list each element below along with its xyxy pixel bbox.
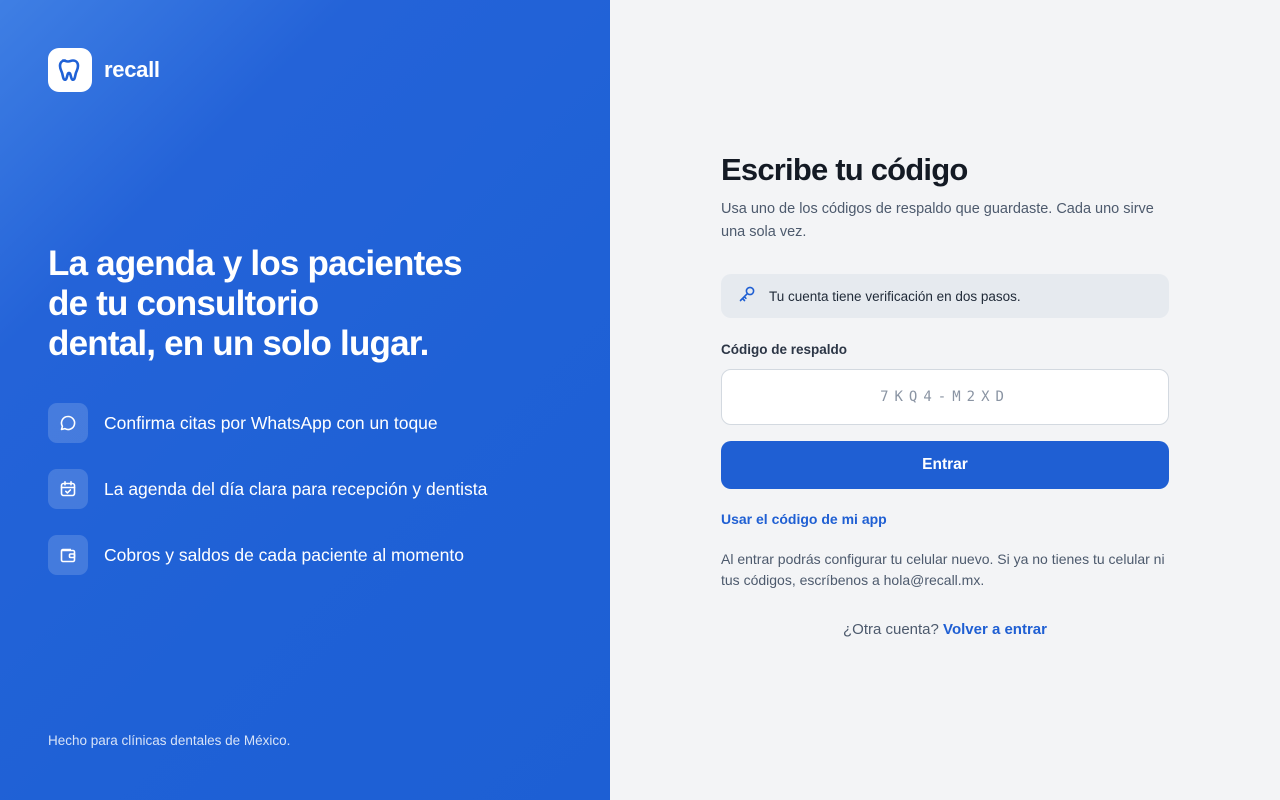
switch-account-prompt: ¿Otra cuenta? xyxy=(842,621,939,638)
two-step-notice: Tu cuenta tiene verificación en dos paso… xyxy=(721,274,1169,318)
feature-text: Cobros y saldos de cada paciente al mome… xyxy=(104,545,464,565)
help-text: Al entrar podrás configurar tu celular n… xyxy=(721,551,1165,588)
hero-headline-line: La agenda y los pacientes xyxy=(48,244,463,283)
hero-headline: La agenda y los pacientes de tu consulto… xyxy=(48,244,518,364)
brand-name: recall xyxy=(104,57,160,82)
backup-code-form: Escribe tu código Usa uno de los códigos… xyxy=(721,150,1169,638)
switch-account: ¿Otra cuenta? Volver a entrar xyxy=(721,621,1169,638)
notice-text: Tu cuenta tiene verificación en dos paso… xyxy=(769,288,1021,304)
backup-code-input[interactable] xyxy=(721,369,1169,425)
sign-in-again-link[interactable]: Volver a entrar xyxy=(943,621,1047,638)
submit-button[interactable]: Entrar xyxy=(721,441,1169,489)
feature-list: Confirma citas por WhatsApp con un toque… xyxy=(48,403,508,575)
hero-headline-line: de tu consultorio xyxy=(48,284,319,323)
feature-text: Confirma citas por WhatsApp con un toque xyxy=(104,413,438,433)
feature-item: Cobros y saldos de cada paciente al mome… xyxy=(48,535,508,575)
calendar-check-icon xyxy=(48,469,88,509)
backup-code-label: Código de respaldo xyxy=(721,342,848,357)
footer-note: Hecho para clínicas dentales de México. xyxy=(48,733,291,748)
feature-item: Confirma citas por WhatsApp con un toque xyxy=(48,403,508,443)
wallet-icon xyxy=(48,535,88,575)
tooth-icon xyxy=(48,48,92,92)
chat-icon xyxy=(48,403,88,443)
page-subtitle: Usa uno de los códigos de respaldo que g… xyxy=(721,201,1154,240)
brand-panel: recall La agenda y los pacientes de tu c… xyxy=(0,0,610,800)
key-icon xyxy=(737,284,757,309)
page-title: Escribe tu código xyxy=(721,152,968,187)
hero-headline-line: dental, en un solo lugar. xyxy=(48,324,429,363)
feature-item: La agenda del día clara para recepción y… xyxy=(48,469,508,509)
brand: recall xyxy=(48,48,160,92)
form-panel: Escribe tu código Usa uno de los códigos… xyxy=(610,0,1280,800)
feature-text: La agenda del día clara para recepción y… xyxy=(104,479,488,499)
use-app-code-link[interactable]: Usar el código de mi app xyxy=(721,511,1169,527)
